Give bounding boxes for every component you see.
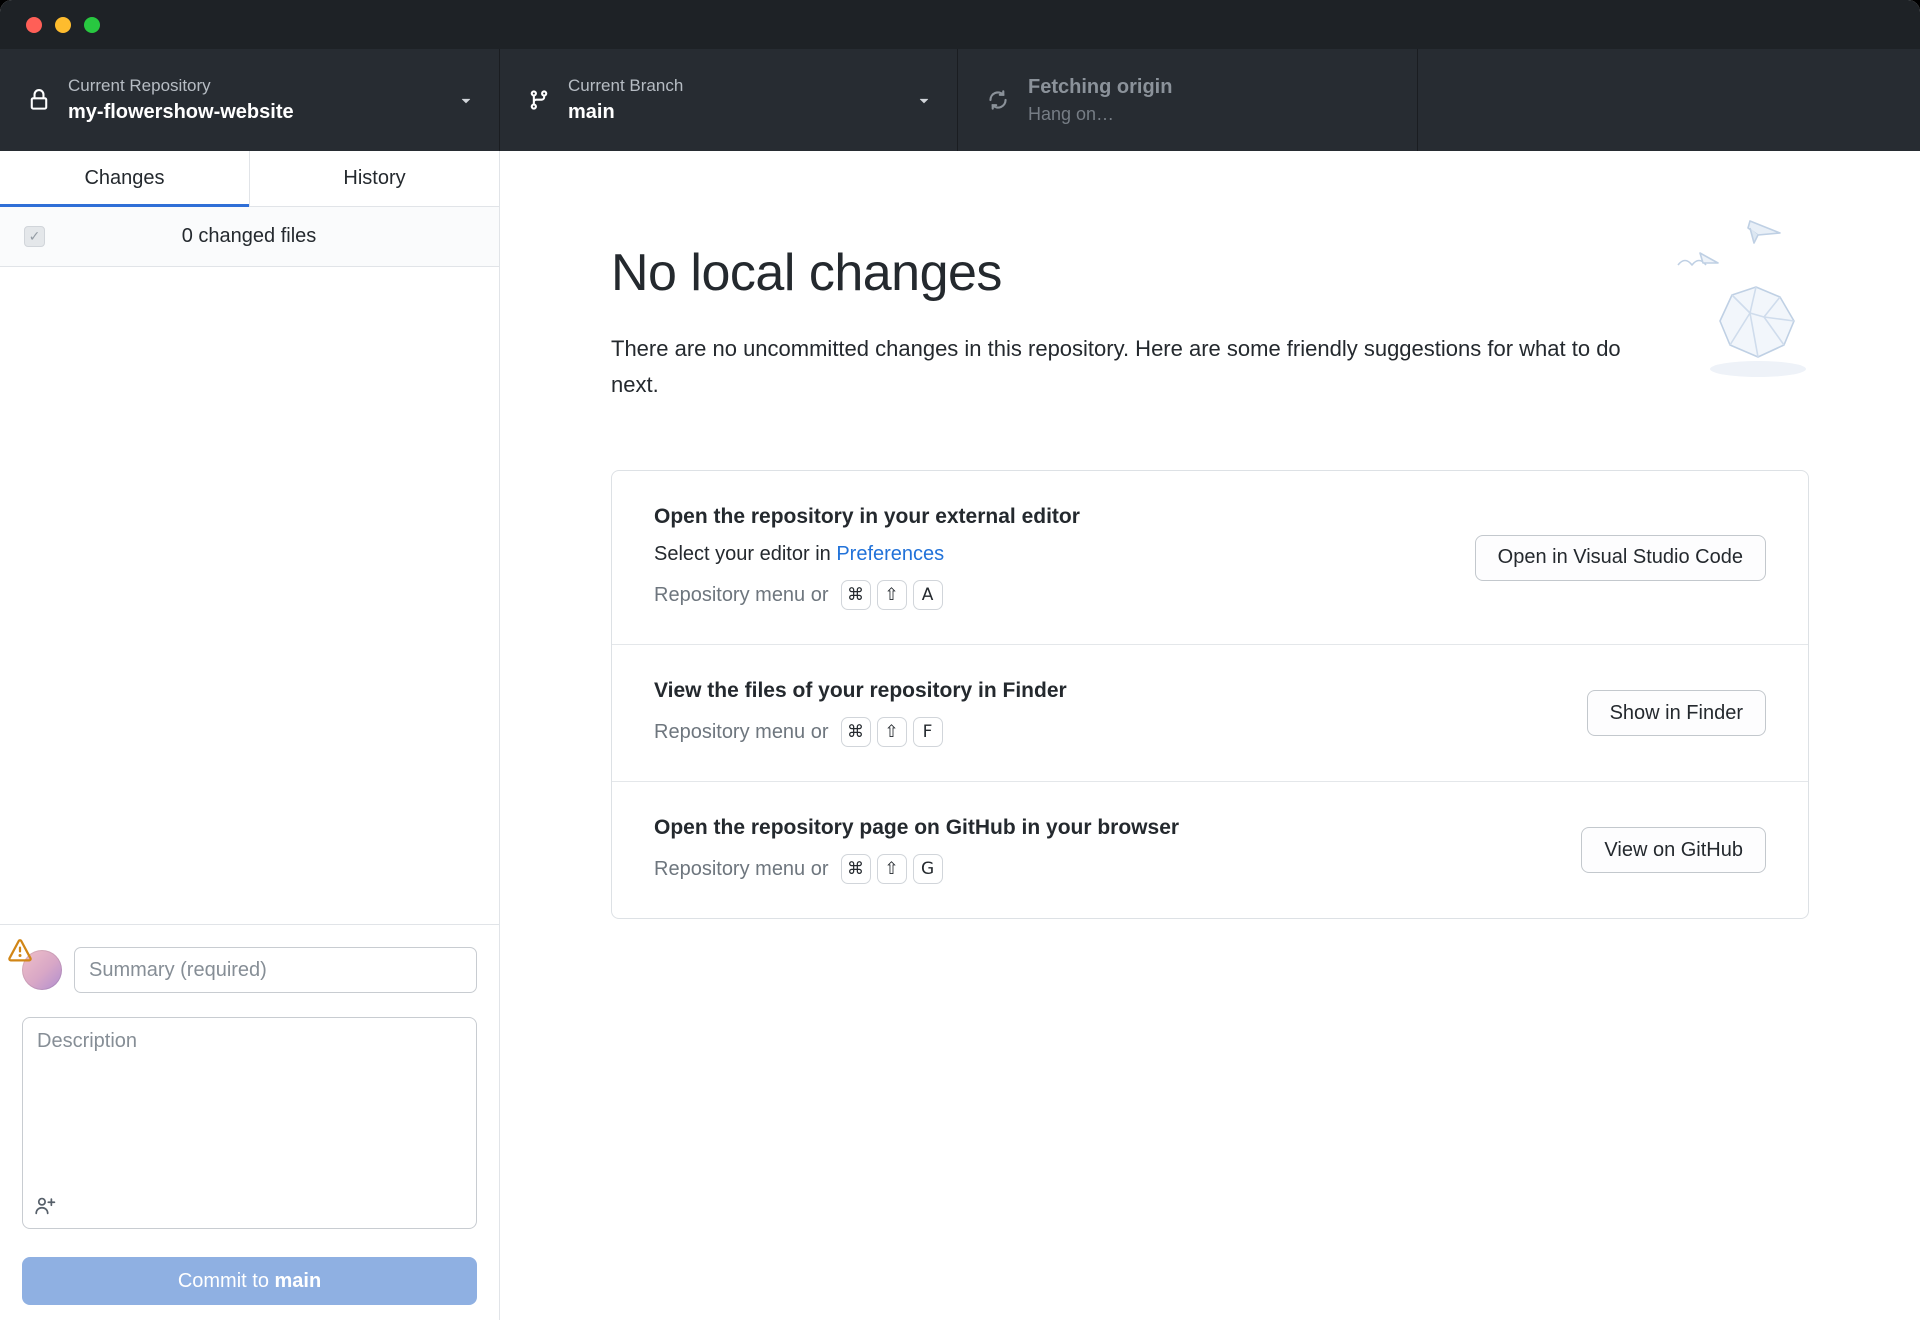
suggestion-title: Open the repository page on GitHub in yo… bbox=[654, 816, 1180, 840]
key-shift: ⇧ bbox=[876, 717, 907, 748]
key-letter: A bbox=[912, 580, 943, 611]
key-cmd: ⌘ bbox=[840, 854, 871, 885]
tab-changes[interactable]: Changes bbox=[0, 151, 249, 207]
menu-hint: Repository menu or ⌘ ⇧ A bbox=[654, 580, 1080, 611]
traffic-lights bbox=[26, 16, 100, 33]
view-on-github-button[interactable]: View on GitHub bbox=[1581, 827, 1766, 874]
suggestions-card: Open the repository in your external edi… bbox=[611, 470, 1809, 920]
preferences-link[interactable]: Preferences bbox=[836, 543, 944, 565]
commit-button-branch: main bbox=[274, 1269, 322, 1292]
show-in-finder-button[interactable]: Show in Finder bbox=[1586, 690, 1766, 737]
app-window: Current Repository my-flowershow-website… bbox=[0, 0, 1920, 1320]
blankslate-illustration bbox=[1672, 213, 1812, 408]
editor-line-text: Select your editor in bbox=[654, 543, 837, 566]
key-letter: G bbox=[912, 854, 943, 885]
repo-name: my-flowershow-website bbox=[68, 101, 294, 123]
lock-icon bbox=[28, 89, 50, 111]
suggestion-show-in-finder: View the files of your repository in Fin… bbox=[612, 644, 1808, 781]
current-repository-dropdown[interactable]: Current Repository my-flowershow-website bbox=[0, 49, 500, 151]
suggestion-line: Select your editor in Preferences bbox=[654, 543, 1080, 566]
commit-button-prefix: Commit to bbox=[177, 1269, 275, 1292]
key-cmd: ⌘ bbox=[840, 580, 871, 611]
add-coauthor-icon[interactable] bbox=[34, 1195, 56, 1222]
open-in-editor-button[interactable]: Open in Visual Studio Code bbox=[1474, 534, 1766, 581]
chevron-down-icon bbox=[457, 91, 475, 109]
current-branch-dropdown[interactable]: Current Branch main bbox=[500, 49, 958, 151]
menu-hint: Repository menu or ⌘ ⇧ G bbox=[654, 854, 1179, 885]
menu-hint-text: Repository menu or bbox=[654, 583, 829, 606]
close-button[interactable] bbox=[26, 16, 42, 33]
suggestion-open-editor: Open the repository in your external edi… bbox=[612, 471, 1808, 644]
toolbar: Current Repository my-flowershow-website… bbox=[0, 49, 1920, 151]
sidebar-tabs: Changes History bbox=[0, 151, 499, 207]
sync-icon bbox=[986, 88, 1010, 112]
fetch-origin-button[interactable]: Fetching origin Hang on… bbox=[958, 49, 1418, 151]
zoom-button[interactable] bbox=[84, 16, 100, 33]
commit-button[interactable]: Commit to main bbox=[22, 1257, 477, 1305]
branch-dropdown-label: Current Branch bbox=[568, 76, 684, 95]
menu-hint-text: Repository menu or bbox=[654, 857, 829, 880]
suggestion-title: Open the repository in your external edi… bbox=[654, 505, 1080, 529]
warning-icon bbox=[8, 939, 32, 968]
minimize-button[interactable] bbox=[55, 16, 71, 33]
branch-name: main bbox=[568, 101, 615, 123]
changed-files-row: ✓ 0 changed files bbox=[0, 207, 499, 267]
changed-files-count: 0 changed files bbox=[181, 225, 317, 247]
tab-history[interactable]: History bbox=[249, 151, 499, 206]
key-letter: F bbox=[912, 717, 943, 748]
fetch-origin-label: Fetching origin bbox=[1028, 75, 1173, 98]
key-shift: ⇧ bbox=[876, 580, 907, 611]
commit-summary-input[interactable] bbox=[74, 947, 477, 993]
menu-hint-text: Repository menu or bbox=[654, 720, 829, 743]
tab-history-label: History bbox=[343, 167, 406, 189]
chevron-down-icon bbox=[915, 91, 933, 109]
page-subtitle: There are no uncommitted changes in this… bbox=[611, 336, 1621, 397]
fetch-status-text: Hang on… bbox=[1028, 103, 1115, 124]
sidebar: Changes History ✓ 0 changed files Summar… bbox=[0, 151, 500, 1320]
suggestion-title: View the files of your repository in Fin… bbox=[654, 679, 1067, 703]
git-branch-icon bbox=[528, 89, 550, 111]
tab-changes-label: Changes bbox=[84, 167, 165, 189]
changes-list bbox=[0, 267, 499, 924]
menu-hint: Repository menu or ⌘ ⇧ F bbox=[654, 717, 1067, 748]
key-shift: ⇧ bbox=[876, 854, 907, 885]
main-pane: No local changes There are no uncommitte… bbox=[500, 151, 1920, 1320]
repo-dropdown-label: Current Repository bbox=[68, 76, 211, 95]
suggestion-view-on-github: Open the repository page on GitHub in yo… bbox=[612, 781, 1808, 918]
key-cmd: ⌘ bbox=[840, 717, 871, 748]
titlebar bbox=[0, 0, 1920, 49]
commit-description-input[interactable] bbox=[22, 1017, 477, 1229]
commit-form: Commit to main bbox=[0, 924, 499, 1320]
